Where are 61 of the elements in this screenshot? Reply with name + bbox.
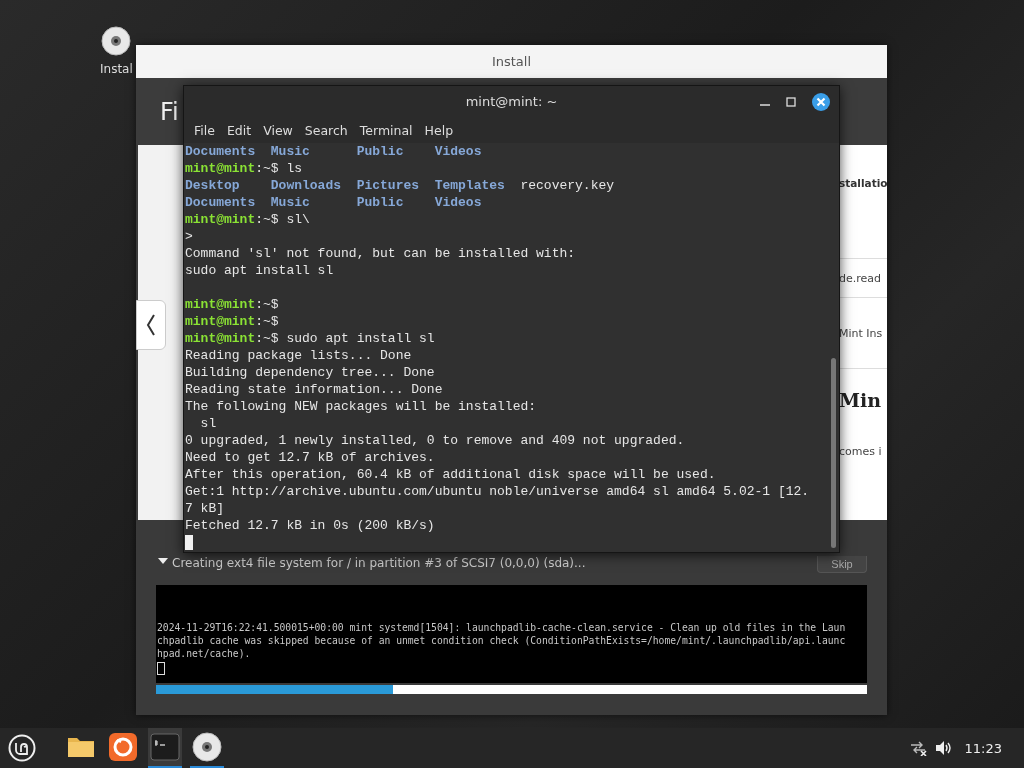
- output-text: sudo apt install sl: [185, 263, 334, 278]
- directory-list: Documents Music Public Videos: [185, 195, 482, 210]
- directory-list: Documents Music Public Videos: [185, 144, 482, 159]
- prompt-text: mint@mint: [185, 212, 256, 227]
- browser-icon: [108, 732, 138, 762]
- window-title: mint@mint: ~: [465, 94, 558, 109]
- output-text: Fetched 12.7 kB in 0s (200 kB/s): [185, 518, 435, 533]
- output-text: :~$: [255, 314, 279, 329]
- output-text: The following NEW packages will be installed:: [185, 399, 537, 414]
- disc-icon: [192, 732, 222, 762]
- directory-list: Desktop Downloads Pictures Templates: [185, 178, 505, 193]
- log-text: hpad.net/cache).: [157, 647, 252, 660]
- menu-item[interactable]: Search: [298, 120, 354, 140]
- log-text: 2024-11-29T16:22:41.500015+00:00 mint systemd[1504]: launchpadlib-cache-clean.service - Clean up old files in the Laun: [157, 621, 847, 634]
- prompt-text: mint@mint: [185, 314, 256, 329]
- scrollbar-thumb[interactable]: [831, 358, 836, 548]
- prompt-text: mint@mint: [185, 297, 256, 312]
- output-text: :~$: [255, 297, 279, 312]
- output-text: :~$ sl\: [255, 212, 310, 227]
- menu-item[interactable]: View: [257, 120, 299, 140]
- log-text: chpadlib cache was skipped because of an unmet condition check (ConditionPathExists=/home/mint/.launchpadlib/api.launc: [157, 634, 847, 647]
- slide-heading: Min: [839, 389, 882, 411]
- output-text: recovery.key: [519, 178, 615, 193]
- output-text: 0 upgraded, 1 newly installed, 0 to remove and 409 not upgraded.: [185, 433, 685, 448]
- output-text: Command 'sl' not found, but can be installed with:: [185, 246, 576, 261]
- output-text: After this operation, 60.4 kB of additional disk space will be used.: [185, 467, 716, 482]
- network-icon[interactable]: [908, 740, 927, 756]
- prompt-text: mint@mint: [185, 161, 256, 176]
- slide-text: Mint Ins: [839, 326, 883, 340]
- mint-logo-icon: [8, 734, 36, 762]
- volume-icon[interactable]: [934, 740, 953, 756]
- previous-button[interactable]: [136, 300, 166, 350]
- output-text: :~$ ls: [255, 161, 303, 176]
- output-text: Need to get 12.7 kB of archives.: [185, 450, 435, 465]
- chevron-left-icon: [146, 314, 156, 336]
- clock[interactable]: 11:23: [964, 740, 1002, 756]
- slide-text: stallatio: [839, 177, 888, 189]
- icon-label[interactable]: Instal: [100, 62, 133, 76]
- output-text: Building dependency tree... Done: [185, 365, 435, 380]
- output-text: >: [185, 229, 193, 244]
- prompt-text: mint@mint: [185, 331, 256, 346]
- menu-item[interactable]: Terminal: [353, 120, 419, 140]
- menu-item[interactable]: Help: [418, 120, 460, 140]
- output-text: sl: [199, 416, 217, 431]
- output-text: :~$ sudo apt install sl: [255, 331, 435, 346]
- window-title: Install: [136, 45, 887, 78]
- menu-item[interactable]: File: [188, 120, 221, 140]
- maximize-icon[interactable]: [785, 96, 797, 108]
- menu-item[interactable]: Edit: [220, 120, 258, 140]
- output-text: Reading package lists... Done: [185, 348, 412, 363]
- slide-text: comes i: [839, 444, 882, 458]
- disc-icon[interactable]: [101, 26, 132, 56]
- close-icon[interactable]: [811, 92, 831, 112]
- page-heading: Fi: [160, 97, 179, 126]
- slide-text: de.read: [839, 271, 882, 285]
- terminal-icon: [150, 732, 180, 762]
- triangle-down-icon[interactable]: [158, 556, 168, 566]
- output-text: 7 kB]: [185, 501, 224, 516]
- status-text: Creating ext4 file system for / in partition #3 of SCSI7 (0,0,0) (sda)...: [172, 556, 587, 572]
- output-text: Reading state information... Done: [185, 382, 443, 397]
- output-text: Get:1 http://archive.ubuntu.com/ubuntu noble/universe amd64 sl amd64 5.02-1 [12.: [185, 484, 810, 499]
